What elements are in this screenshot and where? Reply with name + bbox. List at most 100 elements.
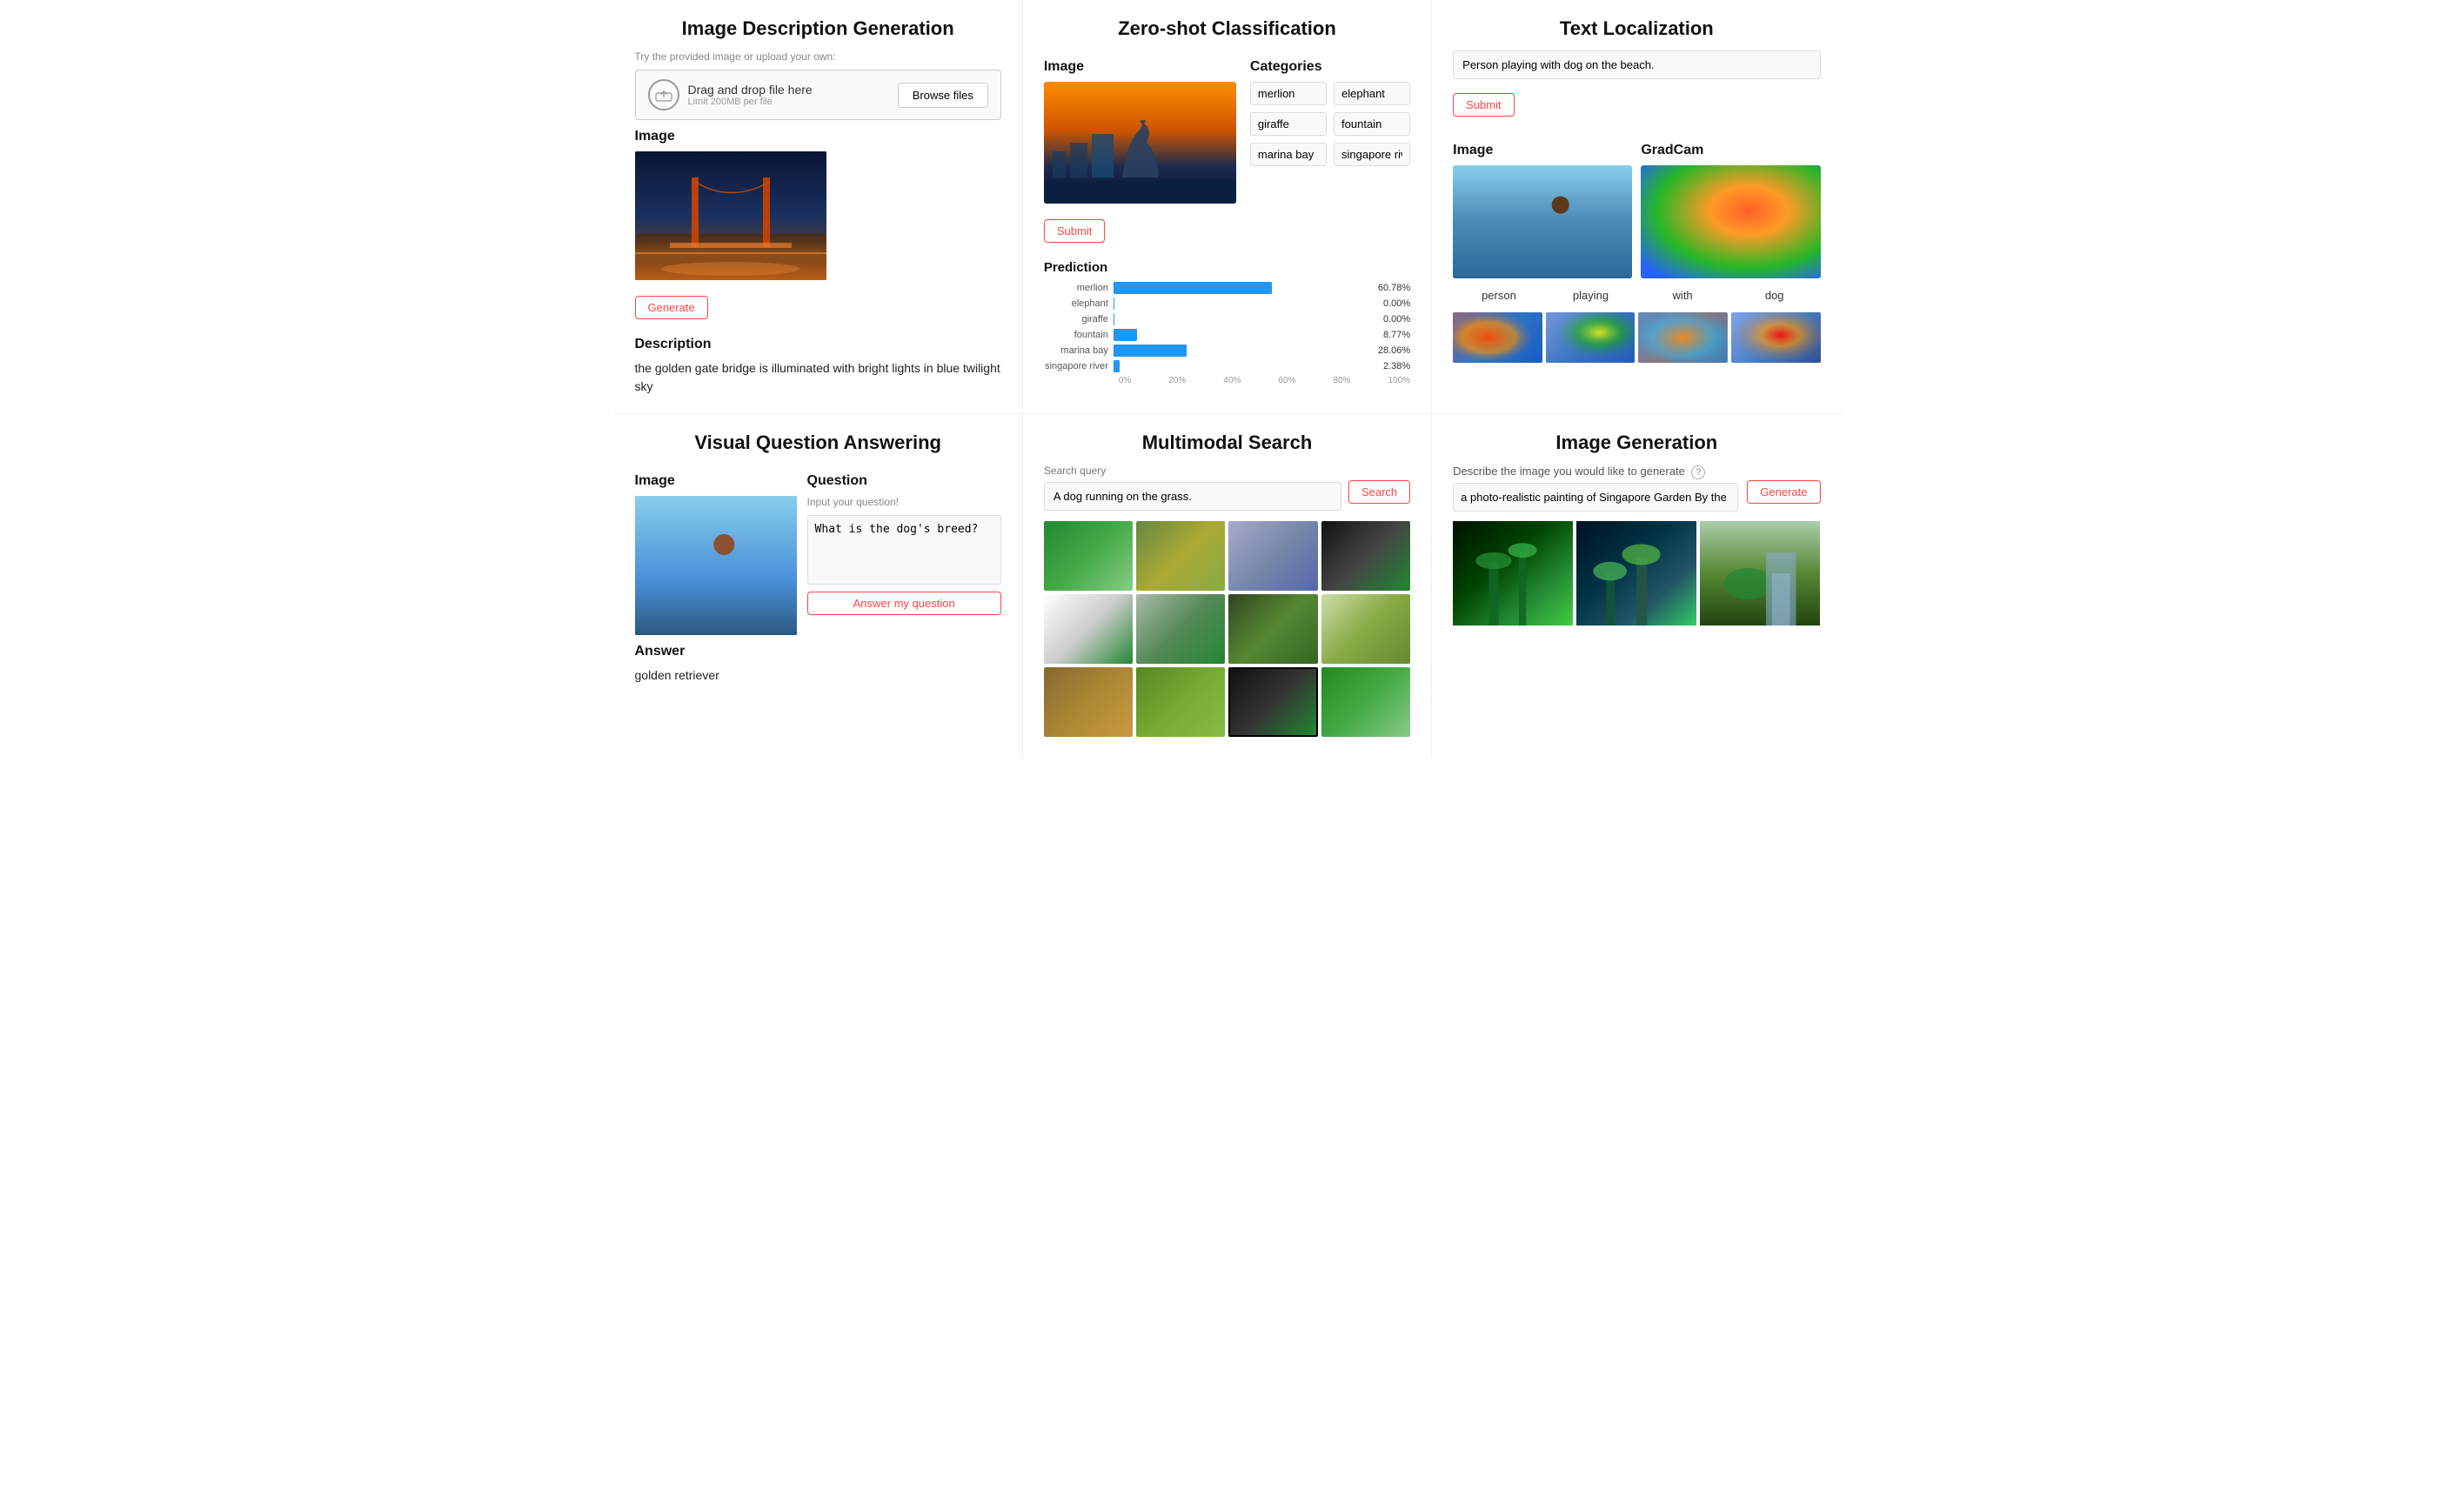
tl-image-label: Image <box>1453 143 1632 158</box>
bar-label-marinabay: marina bay <box>1044 345 1114 356</box>
zs-categories-label: Categories <box>1250 59 1410 75</box>
word-thumbnails <box>1453 312 1820 363</box>
merlion-scene <box>1044 82 1236 204</box>
category-3-input[interactable] <box>1250 112 1327 136</box>
search-result-3 <box>1228 521 1317 591</box>
search-result-12 <box>1321 667 1410 737</box>
gen-image-2 <box>1576 521 1696 626</box>
search-result-9 <box>1044 667 1133 737</box>
tl-gradcam-label: GradCam <box>1641 143 1820 158</box>
thumb-dog <box>1731 312 1821 363</box>
merlion-image <box>1044 82 1236 204</box>
prediction-label: Prediction <box>1044 260 1410 275</box>
bar-pct-merlion: 60.78% <box>1378 283 1410 293</box>
bar-container-marinabay <box>1114 345 1375 357</box>
bridge-visual <box>635 151 826 280</box>
multimodal-search-title: Multimodal Search <box>1044 432 1410 454</box>
image-description-title: Image Description Generation <box>635 17 1001 40</box>
category-1-input[interactable] <box>1250 82 1327 105</box>
browse-files-button[interactable]: Browse files <box>898 83 988 108</box>
localization-submit-button[interactable]: Submit <box>1453 93 1514 117</box>
image-description-panel: Image Description Generation Try the pro… <box>614 0 1023 413</box>
category-2-input[interactable] <box>1334 82 1410 105</box>
tl-gradcam-image <box>1641 165 1820 278</box>
golden-gate-image <box>635 151 826 280</box>
category-4-input[interactable] <box>1334 112 1410 136</box>
word-grid: person playing with dog <box>1453 285 1820 305</box>
vqa-answer-text: golden retriever <box>635 666 1001 685</box>
vqa-image-col: Image <box>635 465 797 635</box>
description-label: Description <box>635 337 1001 352</box>
gen-input-label: Describe the image you would like to gen… <box>1453 465 1738 479</box>
search-result-11 <box>1228 667 1317 737</box>
word-with: with <box>1636 285 1729 305</box>
vqa-answer-label: Answer <box>635 644 1001 659</box>
categories-grid <box>1250 82 1410 166</box>
search-result-5 <box>1044 594 1133 664</box>
bar-label-elephant: elephant <box>1044 298 1114 309</box>
gen-prompt-input[interactable] <box>1453 483 1738 512</box>
bar-container-merlion <box>1114 282 1375 294</box>
vqa-answer-button[interactable]: Answer my question <box>807 592 1001 615</box>
search-row: Search <box>1044 480 1410 512</box>
thumb-with <box>1638 312 1728 363</box>
category-5-input[interactable] <box>1250 143 1327 166</box>
image-generation-title: Image Generation <box>1453 432 1820 454</box>
beach-scene-visual <box>1453 165 1632 278</box>
upload-main-text: Drag and drop file here <box>688 83 898 97</box>
gen-image-3 <box>1700 521 1820 626</box>
search-result-2 <box>1136 521 1225 591</box>
word-person: person <box>1453 285 1545 305</box>
bar-pct-giraffe: 0.00% <box>1383 314 1410 324</box>
bar-container-elephant <box>1114 298 1380 310</box>
tl-original-image <box>1453 165 1632 278</box>
category-6-input[interactable] <box>1334 143 1410 166</box>
zs-submit-button[interactable]: Submit <box>1044 219 1105 243</box>
search-button[interactable]: Search <box>1348 480 1410 504</box>
search-query-label: Search query <box>1044 465 1410 477</box>
image-generation-panel: Image Generation Describe the image you … <box>1432 414 1841 758</box>
bar-row-elephant: elephant 0.00% <box>1044 298 1410 310</box>
upload-sub-text: Limit 200MB per file <box>688 97 898 107</box>
text-localization-panel: Text Localization Submit Image GradCam <box>1432 0 1841 413</box>
search-result-7 <box>1228 594 1317 664</box>
bar-label-fountain: fountain <box>1044 330 1114 340</box>
generate-button[interactable]: Generate <box>635 296 708 319</box>
thumb-playing <box>1546 312 1636 363</box>
bar-pct-marinabay: 28.06% <box>1378 345 1410 356</box>
search-result-8 <box>1321 594 1410 664</box>
gen-input-row: Describe the image you would like to gen… <box>1453 465 1820 512</box>
search-results-row1 <box>1044 521 1410 591</box>
zero-shot-panel: Zero-shot Classification Image <box>1023 0 1432 413</box>
vqa-question-label: Question <box>807 473 1001 489</box>
bar-pct-elephant: 0.00% <box>1383 298 1410 309</box>
search-result-6 <box>1136 594 1225 664</box>
bar-label-merlion: merlion <box>1044 283 1114 293</box>
bar-fill-fountain <box>1114 329 1137 341</box>
thumb-person <box>1453 312 1542 363</box>
search-results-row2 <box>1044 594 1410 664</box>
text-localization-title: Text Localization <box>1453 17 1820 40</box>
bar-row-fountain: fountain 8.77% <box>1044 329 1410 341</box>
localization-query-input[interactable] <box>1453 50 1820 79</box>
word-playing: playing <box>1545 285 1637 305</box>
vqa-layout: Image <box>635 465 1001 635</box>
generated-images-grid <box>1453 521 1820 626</box>
gen-input-area: Describe the image you would like to gen… <box>1453 465 1738 512</box>
bar-row-marinabay: marina bay 28.06% <box>1044 345 1410 357</box>
zero-shot-title: Zero-shot Classification <box>1044 17 1410 40</box>
search-input[interactable] <box>1044 482 1341 511</box>
bar-row-merlion: merlion 60.78% <box>1044 282 1410 294</box>
upload-icon <box>648 79 679 110</box>
bar-label-sgriver: singapore river <box>1044 361 1114 371</box>
multimodal-search-panel: Multimodal Search Search query Search <box>1023 414 1432 758</box>
gen-image-1 <box>1453 521 1573 626</box>
bar-label-giraffe: giraffe <box>1044 314 1114 324</box>
bar-container-sgriver <box>1114 360 1380 372</box>
gen-help-icon[interactable]: ? <box>1691 465 1705 479</box>
upload-area[interactable]: Drag and drop file here Limit 200MB per … <box>635 70 1001 120</box>
vqa-dog-image <box>635 496 797 635</box>
bar-pct-sgriver: 2.38% <box>1383 361 1410 371</box>
gen-generate-button[interactable]: Generate <box>1747 480 1820 504</box>
vqa-question-input[interactable]: What is the dog's breed? <box>807 515 1001 585</box>
